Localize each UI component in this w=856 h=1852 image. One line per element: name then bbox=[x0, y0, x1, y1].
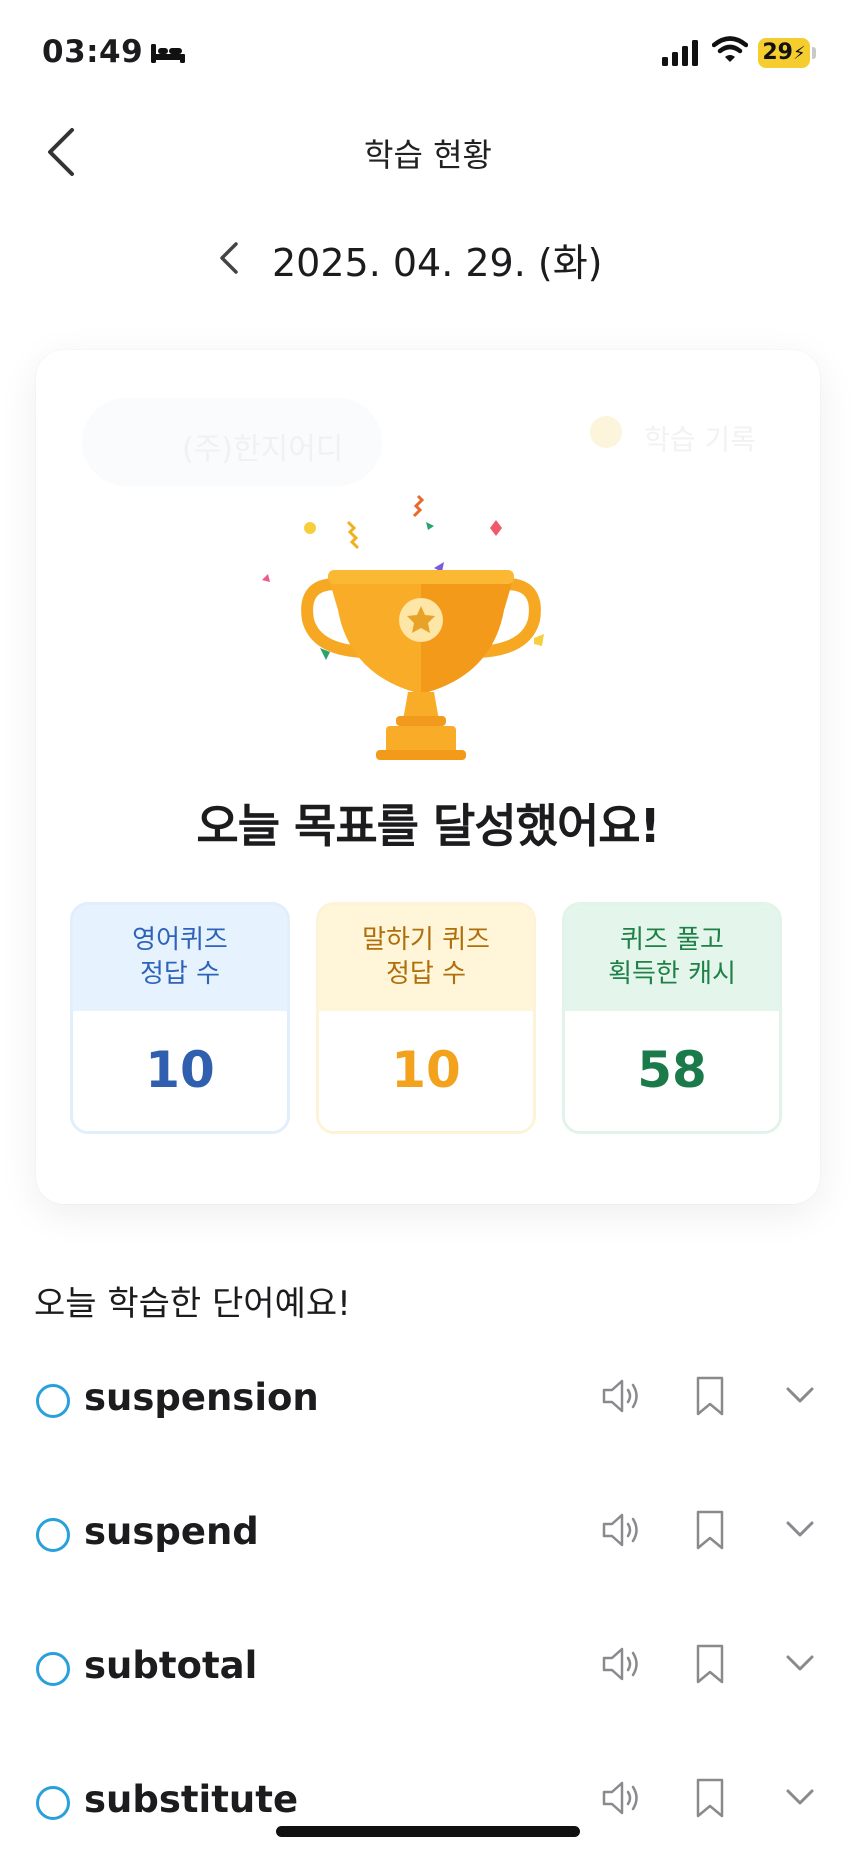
learned-checkbox[interactable] bbox=[36, 1786, 70, 1820]
bookmark-icon[interactable] bbox=[692, 1508, 728, 1556]
word-list-item: suspension bbox=[0, 1362, 856, 1442]
stat-value: 10 bbox=[319, 1011, 533, 1131]
faded-badge-right: 학습 기록 bbox=[584, 398, 784, 468]
learned-words-title: 오늘 학습한 단어예요! bbox=[34, 1284, 351, 1324]
word-text: subtotal bbox=[84, 1644, 258, 1687]
battery-cap bbox=[812, 47, 816, 59]
word-text: suspend bbox=[84, 1510, 259, 1553]
speaking-quiz-correct-stat: 말하기 퀴즈 정답 수 10 bbox=[316, 902, 536, 1134]
word-list-item: suspend bbox=[0, 1496, 856, 1576]
achievement-card: (주)한지어디 학습 기록 오늘 목표를 달성했어요! 영어퀴즈 정답 수 10… bbox=[36, 350, 820, 1204]
word-list-item: subtotal bbox=[0, 1630, 856, 1710]
stat-label-line2: 정답 수 bbox=[385, 959, 467, 989]
bookmark-icon[interactable] bbox=[692, 1642, 728, 1690]
learned-checkbox[interactable] bbox=[36, 1518, 70, 1552]
faded-coin-icon bbox=[590, 416, 622, 448]
stat-label: 영어퀴즈 정답 수 bbox=[73, 905, 287, 1011]
faded-badge-right-label: 학습 기록 bbox=[644, 423, 756, 456]
battery-level: 29 bbox=[762, 40, 793, 65]
home-indicator[interactable] bbox=[276, 1826, 580, 1837]
faded-badge-left: (주)한지어디 bbox=[82, 398, 382, 486]
earned-cash-stat: 퀴즈 풀고 획득한 캐시 58 bbox=[562, 902, 782, 1134]
battery-indicator: 29⚡ bbox=[758, 38, 810, 68]
learned-checkbox[interactable] bbox=[36, 1384, 70, 1418]
current-date: 2025. 04. 29. (화) bbox=[272, 241, 603, 285]
chevron-down-icon[interactable] bbox=[782, 1782, 818, 1816]
stat-value: 10 bbox=[73, 1011, 287, 1131]
chevron-left-icon bbox=[220, 242, 238, 274]
speaker-icon[interactable] bbox=[600, 1510, 644, 1554]
chevron-down-icon[interactable] bbox=[782, 1648, 818, 1682]
stat-label-line1: 퀴즈 풀고 bbox=[620, 925, 724, 955]
stat-label: 말하기 퀴즈 정답 수 bbox=[319, 905, 533, 1011]
page-title: 학습 현황 bbox=[364, 136, 492, 174]
stat-label-line1: 영어퀴즈 bbox=[132, 925, 228, 955]
word-text: suspension bbox=[84, 1376, 319, 1419]
stat-label: 퀴즈 풀고 획득한 캐시 bbox=[565, 905, 779, 1011]
faded-badge-left-label: (주)한지어디 bbox=[182, 432, 344, 467]
chevron-down-icon[interactable] bbox=[782, 1514, 818, 1548]
bookmark-icon[interactable] bbox=[692, 1374, 728, 1422]
stat-label-line2: 정답 수 bbox=[139, 959, 221, 989]
trophy-icon bbox=[262, 494, 544, 760]
stat-label-line1: 말하기 퀴즈 bbox=[362, 925, 490, 955]
status-bar: 03:49 29⚡ bbox=[0, 0, 856, 108]
charging-bolt-icon: ⚡ bbox=[792, 43, 806, 64]
wifi-icon bbox=[711, 36, 749, 68]
bookmark-icon[interactable] bbox=[692, 1776, 728, 1824]
english-quiz-correct-stat: 영어퀴즈 정답 수 10 bbox=[70, 902, 290, 1134]
status-time: 03:49 bbox=[42, 34, 144, 70]
learned-checkbox[interactable] bbox=[36, 1652, 70, 1686]
stat-label-line2: 획득한 캐시 bbox=[608, 959, 736, 989]
speaker-icon[interactable] bbox=[600, 1644, 644, 1688]
speaker-icon[interactable] bbox=[600, 1376, 644, 1420]
stat-value: 58 bbox=[565, 1011, 779, 1131]
sleep-mode-icon bbox=[150, 42, 186, 68]
word-text: substitute bbox=[84, 1778, 299, 1821]
speaker-icon[interactable] bbox=[600, 1778, 644, 1822]
chevron-down-icon[interactable] bbox=[782, 1380, 818, 1414]
previous-date-button[interactable] bbox=[212, 236, 248, 280]
cellular-signal-icon bbox=[662, 40, 700, 70]
goal-achieved-headline: 오늘 목표를 달성했어요! bbox=[196, 799, 660, 853]
